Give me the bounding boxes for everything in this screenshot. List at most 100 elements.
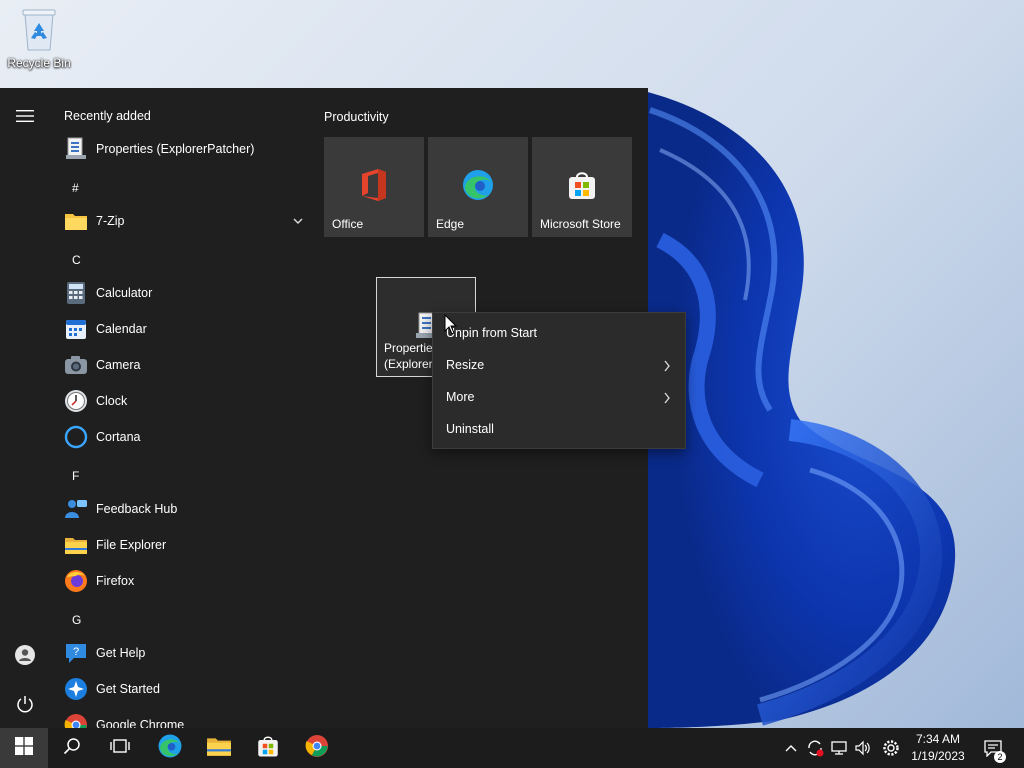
get-help-icon: ? [64,641,88,665]
section-letter[interactable]: # [72,181,79,195]
section-letter[interactable]: G [72,613,81,627]
app-item-get-help[interactable]: ? Get Help [60,636,310,670]
menu-item-label: Unpin from Start [446,326,538,340]
app-label: Cortana [96,430,141,444]
start-rail [0,88,50,728]
folder-icon [64,209,88,233]
volume-icon[interactable] [853,738,873,758]
calculator-icon [64,281,88,305]
menu-item-resize[interactable]: Resize [433,349,685,381]
app-label: Calculator [96,286,153,300]
app-label: Firefox [96,574,135,588]
recently-added-heading: Recently added [64,109,151,123]
mouse-cursor-icon [444,313,458,336]
taskbar-file-explorer[interactable] [195,728,243,768]
app-label: Clock [96,394,128,408]
network-icon[interactable] [829,738,849,758]
app-item-clock[interactable]: Clock [60,384,310,418]
app-item-firefox[interactable]: Firefox [60,564,310,598]
properties-icon [64,137,88,161]
taskbar: 7:34 AM 1/19/2023 [0,728,1024,768]
hamburger-menu-icon[interactable] [13,104,37,128]
app-item-camera[interactable]: Camera [60,348,310,382]
chrome-icon [64,713,88,728]
context-menu: Unpin from Start Resize More Uninstall [432,312,686,449]
store-icon [256,734,280,763]
get-started-icon [64,677,88,701]
app-item-feedback-hub[interactable]: Feedback Hub [60,492,310,526]
start-button[interactable] [0,728,48,768]
edge-icon [460,167,496,203]
edge-icon [157,733,183,764]
office-icon [356,167,392,203]
app-item-7zip[interactable]: 7-Zip [60,204,310,238]
tile-microsoft-store[interactable]: Microsoft Store [532,137,632,237]
menu-item-label: Resize [446,358,485,372]
clock-icon [64,389,88,413]
recycle-bin-icon [19,6,59,52]
notification-count-badge: 2 [994,751,1006,763]
desktop-icon-recycle-bin[interactable]: Recycle Bin [4,6,74,70]
app-list: Recently added Properties (ExplorerPatch… [50,88,314,728]
app-label: Google Chrome [96,718,185,728]
tile-group-title[interactable]: Productivity [324,110,389,124]
tile-edge[interactable]: Edge [428,137,528,237]
menu-item-label: Uninstall [446,422,494,436]
tile-label: Office [332,217,364,231]
section-letter[interactable]: C [72,253,81,267]
chevron-right-icon [663,391,671,409]
search-icon [63,737,81,760]
svg-text:?: ? [73,646,79,658]
app-item-cortana[interactable]: Cortana [60,420,310,454]
file-explorer-icon [64,533,88,557]
taskbar-store[interactable] [244,728,292,768]
firefox-icon [64,569,88,593]
tile-label: Microsoft Store [540,217,621,231]
settings-icon[interactable] [881,738,901,758]
chevron-down-icon[interactable] [292,214,304,232]
chevron-right-icon [663,359,671,377]
app-label: 7-Zip [96,214,125,228]
app-item-properties[interactable]: Properties (ExplorerPatcher) [60,132,310,166]
app-label: File Explorer [96,538,167,552]
menu-item-label: More [446,390,475,404]
app-item-google-chrome[interactable]: Google Chrome [60,708,310,728]
desktop-icon-label: Recycle Bin [7,56,71,70]
clock-time: 7:34 AM [915,732,961,746]
file-explorer-icon [206,735,232,762]
start-icon [15,736,33,760]
app-label: Camera [96,358,141,372]
menu-item-uninstall[interactable]: Uninstall [433,413,685,445]
taskbar-clock[interactable]: 7:34 AM 1/19/2023 [908,731,968,765]
task-view-icon [110,737,130,760]
update-icon[interactable] [805,738,825,758]
power-icon[interactable] [13,692,37,716]
chevron-up-icon[interactable] [781,738,801,758]
taskbar-edge[interactable] [146,728,194,768]
app-label: Properties (ExplorerPatcher) [96,142,255,156]
app-item-get-started[interactable]: Get Started [60,672,310,706]
app-label: Feedback Hub [96,502,178,516]
section-letter[interactable]: F [72,469,79,483]
task-view-button[interactable] [96,728,144,768]
app-item-calculator[interactable]: Calculator [60,276,310,310]
menu-item-more[interactable]: More [433,381,685,413]
tile-office[interactable]: Office [324,137,424,237]
calendar-icon [64,317,88,341]
search-button[interactable] [48,728,96,768]
feedback-hub-icon [64,497,88,521]
app-item-calendar[interactable]: Calendar [60,312,310,346]
chrome-icon [305,734,329,763]
camera-icon [64,353,88,377]
taskbar-chrome[interactable] [293,728,341,768]
app-item-file-explorer[interactable]: File Explorer [60,528,310,562]
app-label: Get Started [96,682,160,696]
clock-date: 1/19/2023 [911,749,965,763]
user-account-icon[interactable] [13,643,37,667]
menu-item-unpin-from-start[interactable]: Unpin from Start [433,317,685,349]
tile-label: Edge [436,217,465,231]
store-icon [564,167,600,203]
app-label: Calendar [96,322,147,336]
cortana-icon [64,425,88,449]
app-label: Get Help [96,646,146,660]
